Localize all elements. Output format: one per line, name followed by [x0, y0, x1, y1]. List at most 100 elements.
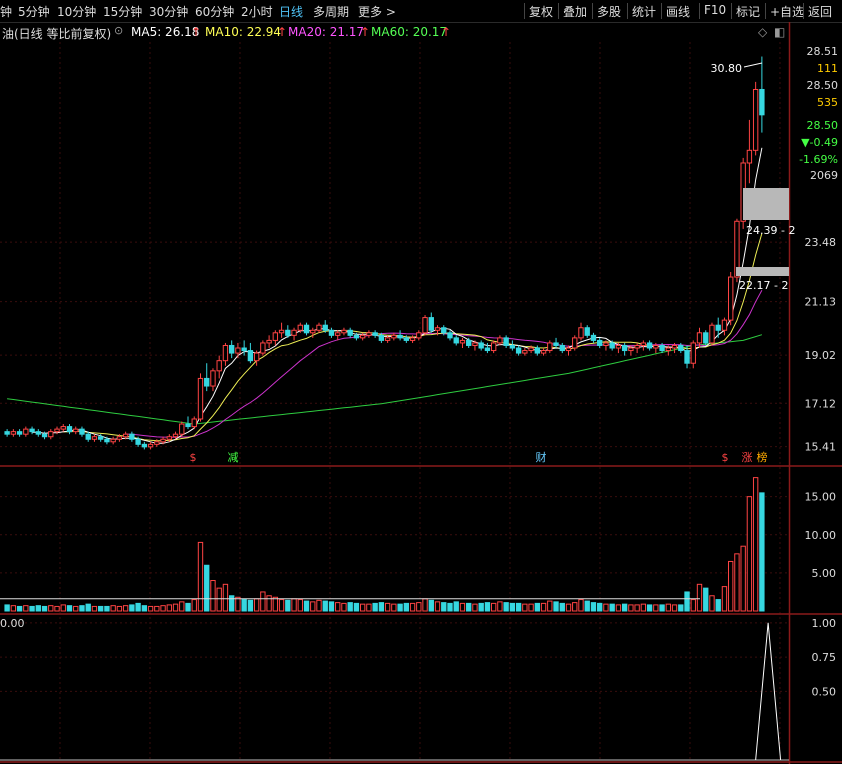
candle-body	[503, 337, 509, 346]
candle-body	[235, 347, 241, 354]
volume-bar	[353, 602, 360, 612]
candle-body	[422, 317, 428, 334]
candle-body	[260, 342, 266, 354]
period-tab-4[interactable]: 30分钟	[149, 3, 188, 20]
volume-bar	[715, 599, 721, 612]
volume-bar	[129, 604, 135, 612]
candle-body	[628, 347, 634, 352]
period-tab-6[interactable]: 2小时	[241, 3, 273, 20]
toolbar-button-8[interactable]: 返回	[808, 3, 832, 20]
volume-bar	[41, 605, 48, 612]
volume-bar	[597, 602, 603, 612]
period-tab-2[interactable]: 10分钟	[57, 3, 96, 20]
volume-bar	[584, 600, 590, 612]
toolbar-button-3[interactable]: 统计	[632, 3, 656, 20]
period-tab-1[interactable]: 5分钟	[18, 3, 50, 20]
candle-body	[116, 436, 123, 440]
cost-zone-label-1: 24.39 - 2	[746, 224, 795, 237]
period-tab-0[interactable]: 钟	[0, 3, 12, 20]
candle-body	[478, 342, 484, 349]
candle-body	[29, 428, 35, 433]
candle-body	[665, 347, 671, 352]
volume-bar	[653, 604, 659, 612]
diamond-icon[interactable]: ◇	[758, 25, 767, 39]
ma10-up-arrow-icon: ↑	[277, 25, 288, 39]
volume-bar	[503, 602, 509, 612]
candle-body	[129, 433, 135, 440]
ma5-up-arrow-icon: ↑	[191, 25, 202, 39]
toolbar-button-4[interactable]: 画线	[666, 3, 690, 20]
volume-bar	[260, 591, 266, 612]
candle-body	[646, 342, 653, 349]
candle-body	[653, 344, 659, 349]
volume-bar	[285, 599, 291, 612]
candle-body	[416, 332, 422, 339]
volume-bar	[416, 602, 422, 612]
candle-body	[603, 342, 609, 346]
volume-bar	[459, 602, 466, 612]
volume-bar	[60, 604, 66, 612]
candle-body	[253, 352, 260, 362]
volume-bar	[66, 605, 73, 612]
volume-bar	[721, 586, 728, 612]
volume-bar	[210, 580, 216, 612]
candle-body	[54, 428, 60, 433]
right-axis-panel: 28.51 111 28.50 535 28.50 ▼-0.49 -1.69% …	[790, 22, 842, 764]
period-tab-3[interactable]: 15分钟	[103, 3, 142, 20]
candle-body	[434, 327, 441, 331]
candle-body	[322, 324, 328, 331]
volume-bar	[428, 599, 434, 612]
candle-body	[590, 334, 597, 341]
volume-bar	[403, 602, 410, 612]
volume-bar	[172, 603, 179, 612]
candle-body	[441, 327, 447, 334]
candle-body	[609, 342, 615, 349]
volume-bar	[328, 601, 335, 612]
volume-bar	[235, 596, 241, 612]
volume-bar	[141, 605, 148, 612]
volume-bar	[528, 603, 534, 612]
candle-body	[534, 347, 541, 354]
ma20-up-arrow-icon: ↑	[360, 25, 371, 39]
candle-body	[621, 344, 628, 352]
volume-bar	[216, 587, 222, 612]
volume-bar	[272, 596, 279, 612]
candle-body	[466, 339, 472, 346]
candle-body	[684, 350, 690, 364]
candle-body	[285, 329, 291, 336]
volume-bar	[35, 605, 41, 612]
candle-body	[634, 344, 640, 349]
candle-body	[191, 418, 197, 428]
toolbar-button-2[interactable]: 多股	[597, 3, 621, 20]
quote-vol-1: 111	[817, 62, 838, 75]
volume-bar	[372, 602, 378, 612]
candle-body	[709, 324, 715, 344]
volume-bar	[166, 604, 172, 612]
candle-body	[10, 431, 17, 435]
volume-bar	[696, 583, 703, 612]
period-tab-8[interactable]: 多周期	[313, 3, 349, 20]
period-tab-5[interactable]: 60分钟	[195, 3, 234, 20]
period-tab-9[interactable]: 更多 >	[358, 3, 396, 20]
candle-body	[4, 431, 10, 435]
candle-body	[297, 324, 303, 331]
period-toolbar: 钟 5分钟 10分钟 15分钟 30分钟 60分钟 2小时 日线 多周期 更多 > 复权 叠加 多股 统计…	[0, 0, 842, 23]
period-tab-7[interactable]: 日线	[279, 3, 303, 20]
settings-circle-icon[interactable]: ⊙	[114, 24, 123, 37]
volume-bar	[678, 604, 684, 612]
volume-bar	[434, 601, 441, 612]
volume-bar	[447, 602, 453, 612]
panel-toggle-icon[interactable]: ◧	[774, 25, 785, 39]
high-price-label: 30.80	[711, 62, 743, 75]
candle-body	[91, 436, 98, 440]
candle-body	[746, 149, 753, 164]
volume-bar	[247, 599, 254, 612]
toolbar-button-5[interactable]: F10	[704, 3, 726, 17]
toolbar-button-7[interactable]: +自选	[770, 3, 804, 20]
toolbar-button-6[interactable]: 标记	[736, 3, 760, 20]
candle-body	[228, 344, 235, 354]
volume-bar	[54, 605, 60, 612]
candle-body	[397, 334, 403, 339]
toolbar-button-1[interactable]: 叠加	[563, 3, 587, 20]
toolbar-button-0[interactable]: 复权	[529, 3, 553, 20]
